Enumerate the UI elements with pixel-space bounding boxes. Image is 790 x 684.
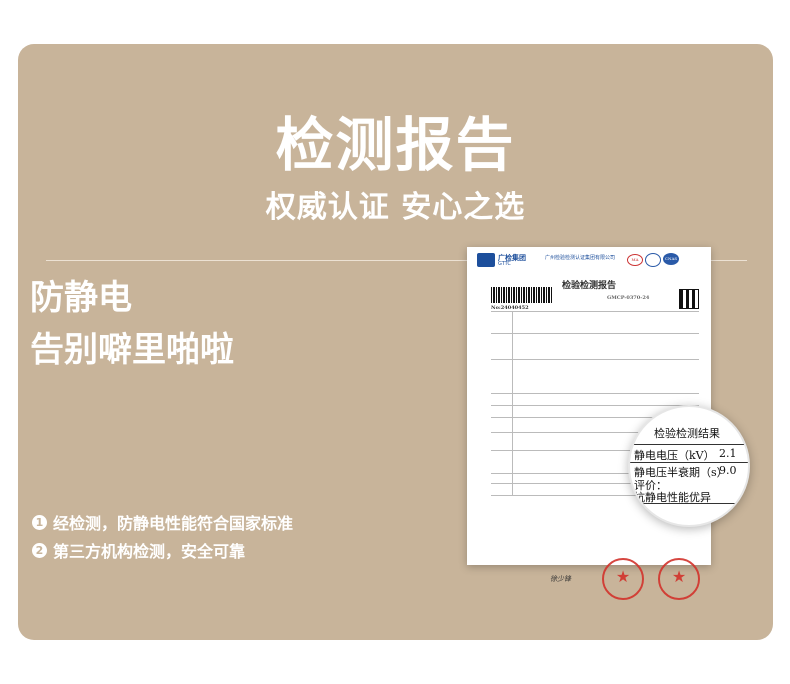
bullet-item-1: 1 经检测，防静电性能符合国家标准 bbox=[32, 510, 293, 534]
magnifier-line bbox=[630, 444, 748, 445]
cma-seal-icon: MA bbox=[627, 254, 643, 266]
red-seal-stamp-icon bbox=[602, 558, 644, 600]
table-line bbox=[491, 311, 699, 313]
bullet-number-2: 2 bbox=[32, 542, 47, 558]
feature-line-2: 告别噼里啪啦 bbox=[30, 330, 234, 370]
table-line bbox=[491, 359, 699, 361]
table-line bbox=[491, 393, 699, 395]
bullet-item-2: 2 第三方机构检测，安全可靠 bbox=[32, 538, 245, 562]
feature-line-1: 防静电 bbox=[30, 278, 132, 318]
table-line bbox=[491, 405, 699, 407]
gttc-logo-icon bbox=[477, 253, 495, 267]
magnifier-row-value: 9.0 bbox=[719, 464, 737, 477]
report-org-name: 广州检验检测认证集团有限公司 bbox=[545, 255, 616, 261]
magnifier-row-label: 静电电压（kV） bbox=[634, 449, 715, 462]
magnifier-title: 检验检测结果 bbox=[654, 427, 720, 440]
page-subtitle: 权威认证 安心之选 bbox=[265, 190, 526, 225]
ilac-seal-icon bbox=[645, 253, 661, 267]
qr-code-icon bbox=[679, 289, 699, 309]
signature: 徐少锋 bbox=[550, 575, 571, 583]
bullet-text-2: 第三方机构检测，安全可靠 bbox=[53, 542, 246, 561]
bullet-number-1: 1 bbox=[32, 514, 47, 530]
report-brand-sub: GTTC bbox=[498, 261, 511, 267]
report-header: 广检集团 GTTC 广州检验检测认证集团有限公司 MA CNAS bbox=[477, 253, 701, 271]
barcode-icon bbox=[491, 287, 553, 303]
cnas-seal-icon: CNAS bbox=[663, 253, 679, 265]
table-line bbox=[491, 333, 699, 335]
magnifier-row-value: 2.1 bbox=[719, 447, 737, 460]
bullet-text-1: 经检测，防静电性能符合国家标准 bbox=[53, 514, 294, 533]
report-code: GMCP-0370-24 bbox=[607, 295, 650, 301]
red-seal-stamp-icon bbox=[658, 558, 700, 600]
magnifier-line bbox=[630, 462, 748, 463]
table-column-line bbox=[512, 311, 514, 495]
magnified-result-circle: 检验检测结果 静电电压（kV） 2.1 静电压半衰期（s） 9.0 评价： 抗静… bbox=[628, 405, 750, 527]
magnifier-line bbox=[630, 503, 748, 504]
page-title: 检测报告 bbox=[275, 111, 516, 179]
